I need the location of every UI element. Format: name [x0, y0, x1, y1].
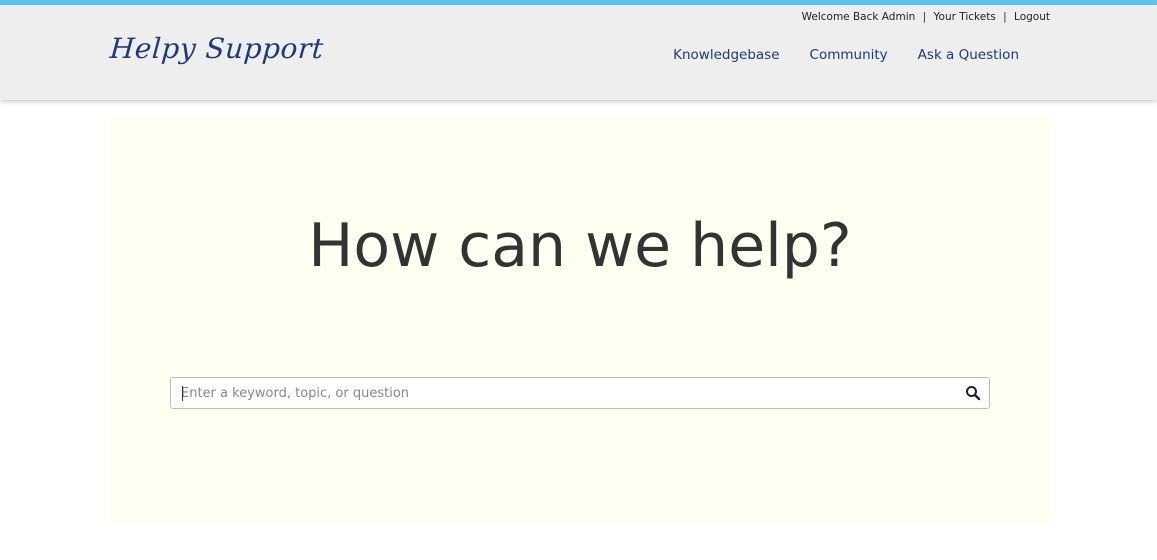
site-logo[interactable]: Helpy Support — [109, 32, 325, 65]
separator: | — [1003, 11, 1007, 23]
logout-link[interactable]: Logout — [1014, 11, 1050, 23]
site-header: Welcome Back Admin | Your Tickets | Logo… — [0, 5, 1157, 100]
search-input[interactable] — [181, 378, 951, 408]
text-caret — [182, 386, 183, 401]
nav-community[interactable]: Community — [810, 47, 888, 63]
your-tickets-link[interactable]: Your Tickets — [934, 11, 996, 23]
search-icon[interactable] — [965, 385, 981, 401]
utility-bar: Welcome Back Admin | Your Tickets | Logo… — [802, 11, 1050, 23]
nav-ask-question[interactable]: Ask a Question — [918, 47, 1019, 63]
search-box — [170, 377, 990, 409]
main-nav: Knowledgebase Community Ask a Question — [673, 47, 1019, 63]
hero-panel: How can we help? — [110, 116, 1050, 523]
hero-title: How can we help? — [308, 211, 852, 281]
nav-knowledgebase[interactable]: Knowledgebase — [673, 47, 779, 63]
welcome-text: Welcome Back Admin — [801, 11, 916, 23]
separator: | — [922, 11, 927, 23]
